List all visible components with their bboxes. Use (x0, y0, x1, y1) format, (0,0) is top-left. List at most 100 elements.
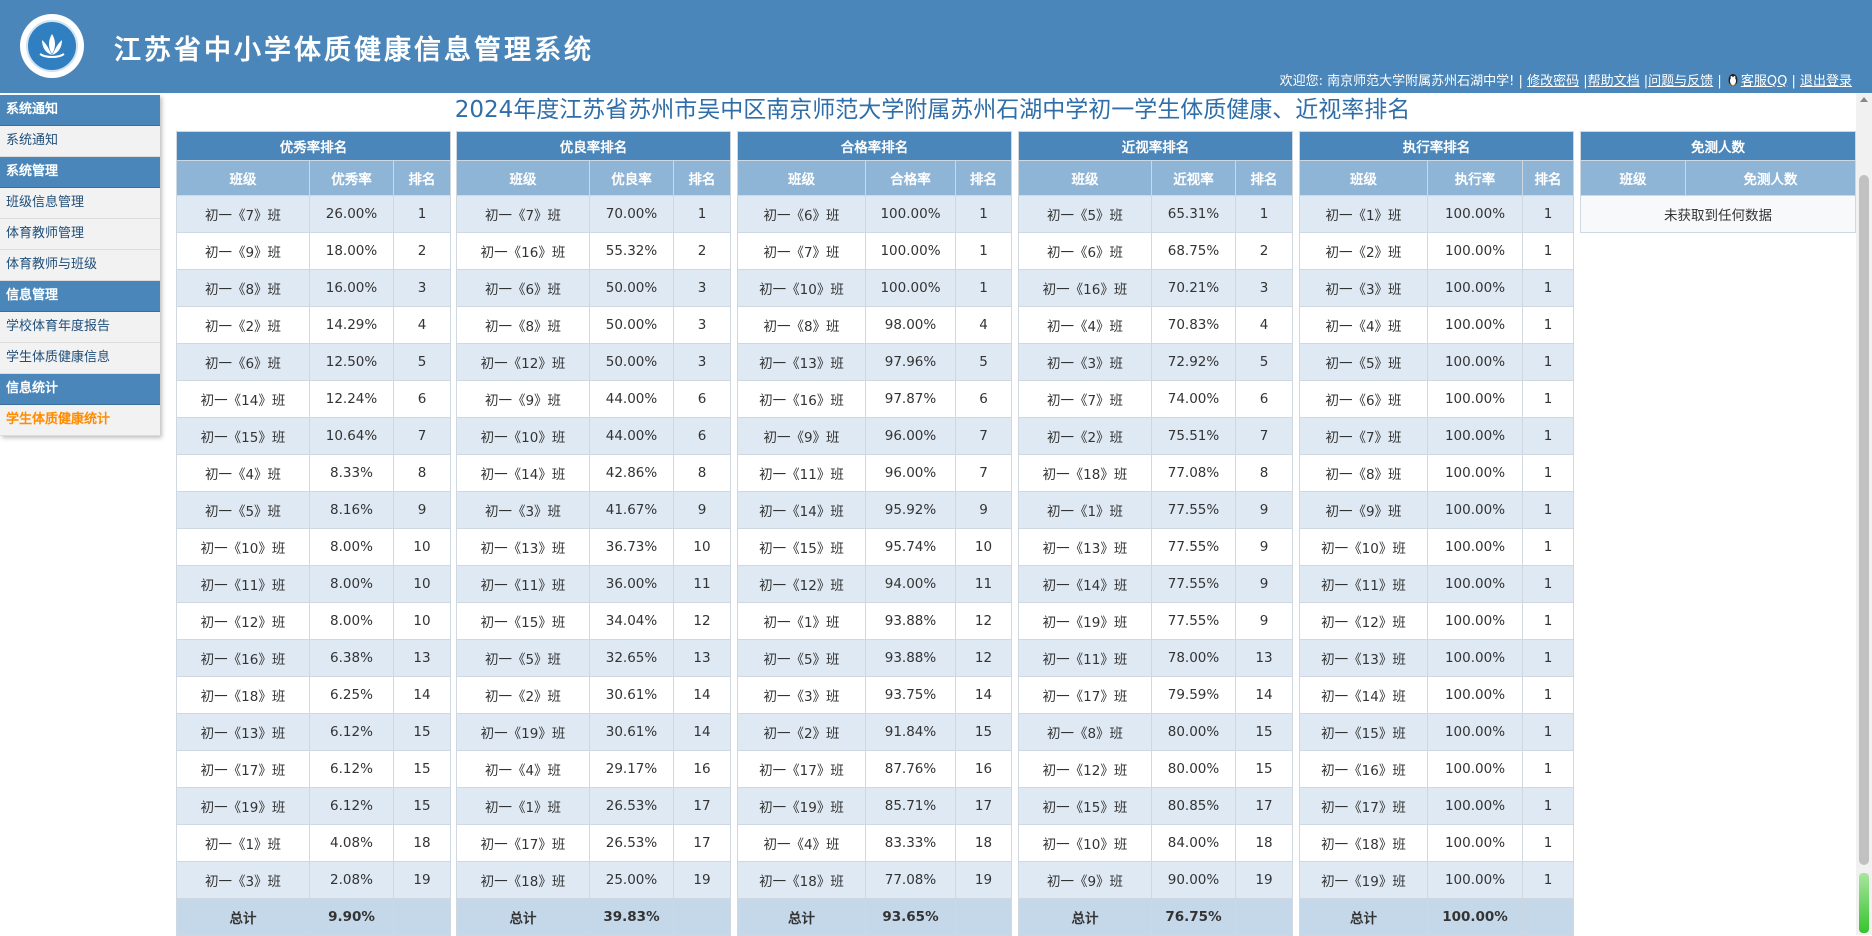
table-row: 初一《3》班 72.92% 5 (1018, 343, 1294, 381)
class-cell: 初一《2》班 (456, 676, 590, 714)
table-row: 初一《5》班 100.00% 1 (1299, 343, 1575, 381)
rate-cell: 4.08% (309, 824, 394, 862)
rate-cell: 72.92% (1151, 343, 1236, 381)
table-row: 初一《19》班 6.12% 15 (176, 787, 452, 825)
lotus-logo-icon (39, 34, 65, 58)
class-cell: 初一《2》班 (176, 306, 310, 344)
total-value: 93.65% (865, 898, 956, 936)
rank-cell: 6 (954, 380, 1013, 418)
class-cell: 初一《4》班 (1018, 306, 1152, 344)
table-row: 初一《7》班 70.00% 1 (456, 195, 732, 233)
rate-cell: 87.76% (865, 750, 956, 788)
table-row: 初一《7》班 100.00% 1 (737, 232, 1013, 270)
rate-cell: 100.00% (1427, 565, 1523, 603)
rank-cell: 1 (1521, 380, 1575, 418)
table-row: 初一《9》班 44.00% 6 (456, 380, 732, 418)
rate-cell: 68.75% (1151, 232, 1236, 270)
class-cell: 初一《7》班 (176, 195, 310, 233)
total-rank (1521, 898, 1575, 936)
total-rank (954, 898, 1013, 936)
rate-cell: 100.00% (1427, 269, 1523, 307)
class-cell: 初一《7》班 (737, 232, 866, 270)
service-qq-link[interactable]: 客服QQ (1741, 74, 1787, 89)
table-row: 初一《15》班 34.04% 12 (456, 602, 732, 640)
class-cell: 初一《11》班 (1299, 565, 1428, 603)
rank-cell: 13 (1234, 639, 1294, 677)
sidebar-item[interactable]: 学生体质健康信息 (0, 343, 160, 374)
rate-cell: 80.00% (1151, 750, 1236, 788)
rate-cell: 77.55% (1151, 602, 1236, 640)
rate-cell: 98.00% (865, 306, 956, 344)
class-cell: 初一《17》班 (176, 750, 310, 788)
table-row: 初一《14》班 100.00% 1 (1299, 676, 1575, 714)
sidebar-group-header[interactable]: 系统通知 (0, 95, 160, 126)
column-header: 班级 (1580, 160, 1686, 196)
rate-cell: 93.75% (865, 676, 956, 714)
table-row: 初一《14》班 77.55% 9 (1018, 565, 1294, 603)
rate-cell: 100.00% (1427, 787, 1523, 825)
rate-cell: 100.00% (1427, 639, 1523, 677)
rate-cell: 6.12% (309, 787, 394, 825)
rank-cell: 9 (1234, 528, 1294, 566)
change-password-link[interactable]: 修改密码 (1527, 74, 1579, 89)
sidebar-item[interactable]: 系统通知 (0, 126, 160, 157)
class-cell: 初一《7》班 (1299, 417, 1428, 455)
rank-cell: 17 (672, 824, 732, 862)
column-header: 近视率 (1151, 160, 1236, 196)
table-row: 初一《6》班 100.00% 1 (737, 195, 1013, 233)
empty-row: 未获取到任何数据 (1580, 195, 1856, 233)
sidebar-item[interactable]: 班级信息管理 (0, 188, 160, 219)
rank-cell: 9 (1234, 491, 1294, 529)
sidebar-item[interactable]: 体育教师与班级 (0, 250, 160, 281)
rank-cell: 3 (1234, 269, 1294, 307)
class-cell: 初一《10》班 (1018, 824, 1152, 862)
ranking-table: 近视率排名 班级 近视率 排名 初一《5》班 65.31% 1 初一《6》班 68.75% 2 初一… (1017, 131, 1294, 936)
class-cell: 初一《6》班 (737, 195, 866, 233)
sidebar-item[interactable]: 学生体质健康统计 (0, 405, 160, 436)
rate-cell: 55.32% (589, 232, 674, 270)
table-row: 初一《16》班 70.21% 3 (1018, 269, 1294, 307)
class-cell: 初一《9》班 (176, 232, 310, 270)
rate-cell: 6.25% (309, 676, 394, 714)
rate-cell: 77.55% (1151, 528, 1236, 566)
sidebar-item[interactable]: 体育教师管理 (0, 219, 160, 250)
table-row: 初一《1》班 100.00% 1 (1299, 195, 1575, 233)
rank-cell: 1 (1521, 676, 1575, 714)
rate-cell: 26.53% (589, 787, 674, 825)
sidebar-item[interactable]: 学校体育年度报告 (0, 312, 160, 343)
table-row: 初一《10》班 84.00% 18 (1018, 824, 1294, 862)
rate-cell: 41.67% (589, 491, 674, 529)
feedback-link[interactable]: 问题与反馈 (1648, 74, 1713, 89)
rank-cell: 10 (392, 528, 452, 566)
sidebar-group-header[interactable]: 信息管理 (0, 281, 160, 312)
sidebar-group-header[interactable]: 信息统计 (0, 374, 160, 405)
rank-cell: 1 (1521, 713, 1575, 751)
rate-cell: 100.00% (865, 195, 956, 233)
table-row: 初一《6》班 68.75% 2 (1018, 232, 1294, 270)
sidebar-group-header[interactable]: 系统管理 (0, 157, 160, 188)
column-header: 免测人数 (1685, 160, 1856, 196)
logout-link[interactable]: 退出登录 (1800, 74, 1852, 89)
scroll-thumb[interactable] (1859, 175, 1869, 865)
table-row: 初一《2》班 14.29% 4 (176, 306, 452, 344)
rate-cell: 93.88% (865, 602, 956, 640)
table-row: 初一《18》班 100.00% 1 (1299, 824, 1575, 862)
class-cell: 初一《3》班 (456, 491, 590, 529)
table-row: 初一《9》班 100.00% 1 (1299, 491, 1575, 529)
class-cell: 初一《5》班 (456, 639, 590, 677)
class-cell: 初一《5》班 (176, 491, 310, 529)
table-title: 执行率排名 (1298, 131, 1575, 161)
rate-cell: 96.00% (865, 454, 956, 492)
help-docs-link[interactable]: 帮助文档 (1588, 74, 1640, 89)
rank-cell: 1 (954, 195, 1013, 233)
rate-cell: 91.84% (865, 713, 956, 751)
rank-cell: 1 (1521, 861, 1575, 899)
scroll-up-arrow-icon[interactable] (1860, 97, 1868, 102)
class-cell: 初一《10》班 (456, 417, 590, 455)
rank-cell: 7 (954, 454, 1013, 492)
table-row: 初一《8》班 80.00% 15 (1018, 713, 1294, 751)
class-cell: 初一《18》班 (1299, 824, 1428, 862)
table-row: 初一《4》班 100.00% 1 (1299, 306, 1575, 344)
table-row: 初一《10》班 8.00% 10 (176, 528, 452, 566)
vertical-scrollbar[interactable] (1856, 93, 1872, 935)
